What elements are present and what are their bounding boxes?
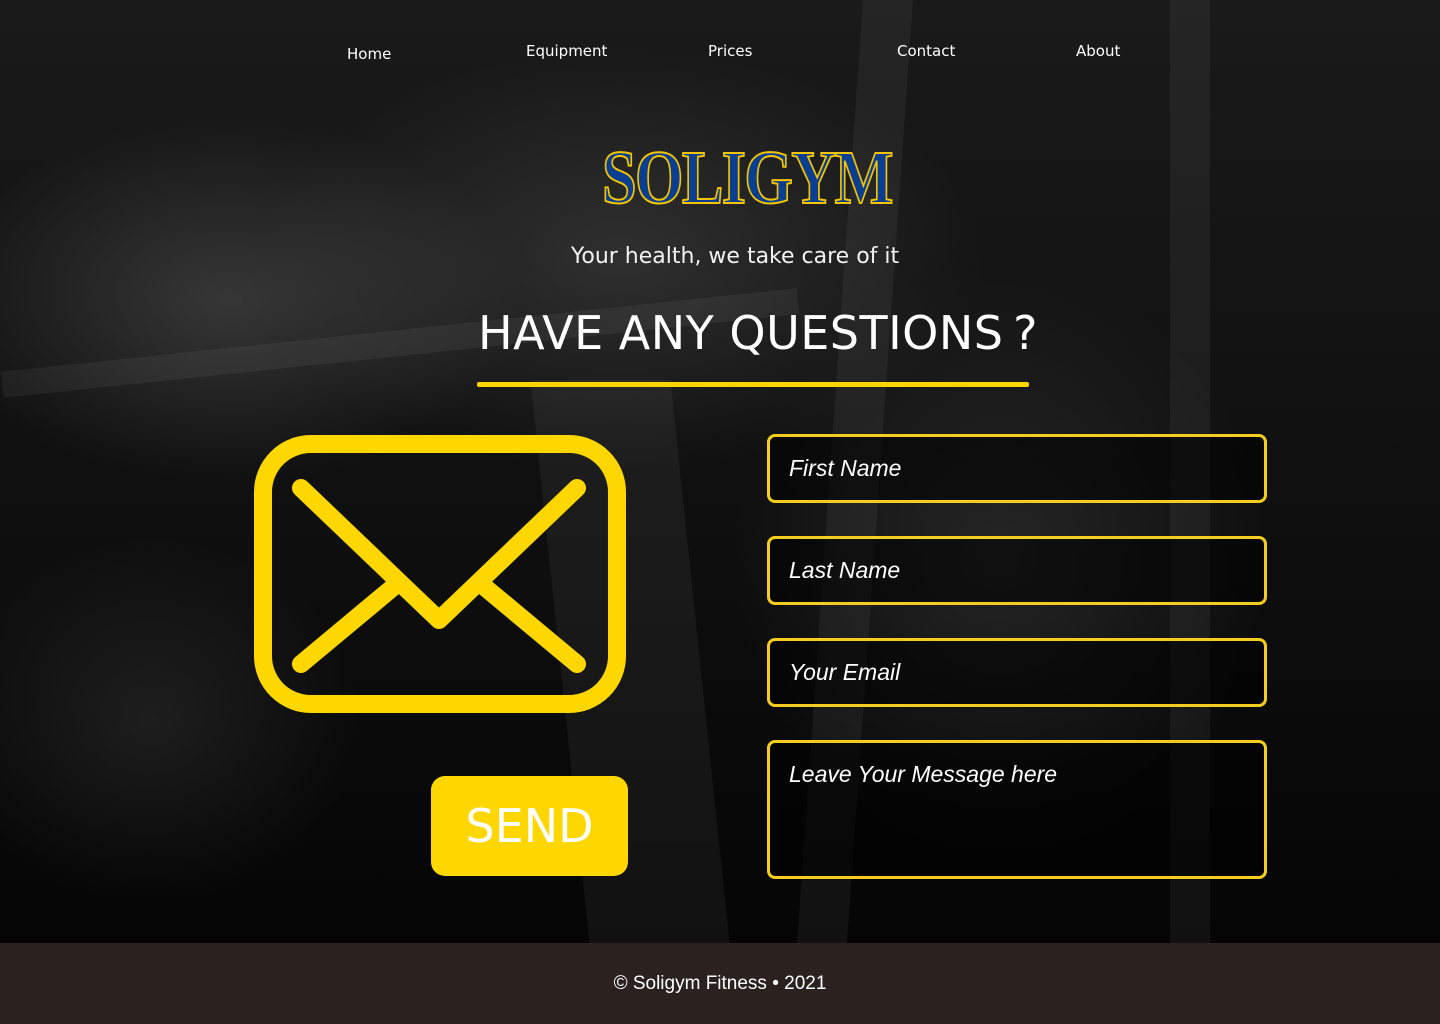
mail-icon (254, 435, 626, 713)
first-name-field[interactable] (767, 434, 1267, 503)
nav-equipment[interactable]: Equipment (526, 42, 607, 60)
message-field[interactable] (767, 740, 1267, 879)
last-name-field[interactable] (767, 536, 1267, 605)
nav-about[interactable]: About (1076, 42, 1120, 60)
footer-copyright: © Soligym Fitness • 2021 (613, 972, 827, 994)
nav-contact[interactable]: Contact (897, 42, 955, 60)
soligym-logo: SOLIGYM (601, 136, 894, 220)
footer: © Soligym Fitness • 2021 (0, 943, 1440, 1024)
nav-prices[interactable]: Prices (708, 42, 752, 60)
envelope-fold-right (472, 575, 586, 673)
tagline: Your health, we take care of it (570, 244, 900, 269)
page-heading: HAVE ANY QUESTIONS ? (478, 306, 1039, 360)
send-button[interactable]: SEND (431, 776, 628, 876)
email-field[interactable] (767, 638, 1267, 707)
envelope-flap (292, 479, 586, 629)
envelope-body (254, 435, 626, 713)
heading-underline (477, 382, 1029, 387)
envelope-fold-left (292, 575, 406, 673)
main-nav: Home Equipment Prices Contact About (0, 42, 1440, 66)
nav-home[interactable]: Home (347, 45, 391, 63)
